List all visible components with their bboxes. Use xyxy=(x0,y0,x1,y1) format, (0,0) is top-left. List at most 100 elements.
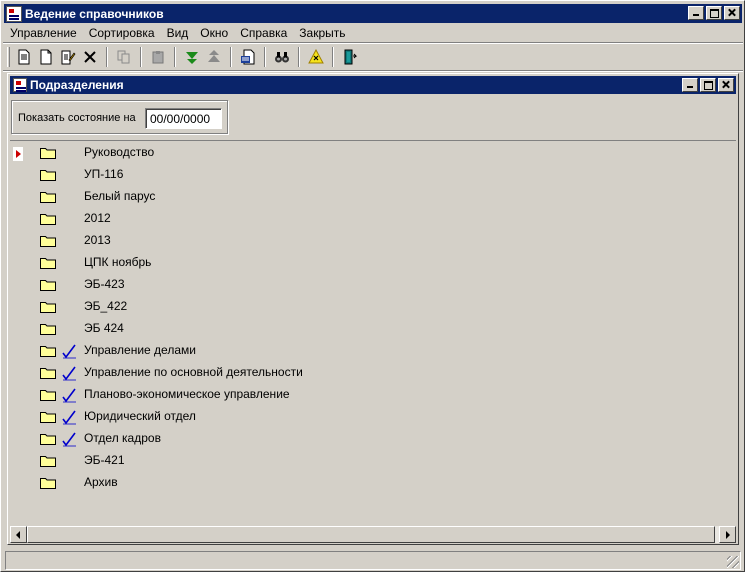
status-bar xyxy=(5,551,741,570)
warning-button[interactable] xyxy=(305,46,327,68)
horizontal-scrollbar[interactable] xyxy=(10,526,736,543)
move-down-button[interactable] xyxy=(181,46,203,68)
tree-item[interactable]: Планово-экономическое управление xyxy=(10,384,724,406)
new-document-button[interactable] xyxy=(35,46,57,68)
export-button[interactable] xyxy=(237,46,259,68)
close-button[interactable] xyxy=(724,6,740,20)
tree-item[interactable]: ЭБ_422 xyxy=(10,296,724,318)
new-record-icon xyxy=(18,49,30,65)
scroll-left-button[interactable] xyxy=(10,526,27,543)
tree-item-label: 2012 xyxy=(84,211,111,225)
checkmark-icon xyxy=(60,364,78,382)
tree-item[interactable]: Управление делами xyxy=(10,340,724,362)
app-icon xyxy=(6,5,22,22)
tree-item[interactable]: УП-116 xyxy=(10,164,724,186)
child-close-button[interactable] xyxy=(718,78,734,92)
child-window-title: Подразделения xyxy=(30,78,124,92)
folder-icon xyxy=(40,477,56,489)
tree-item[interactable]: 2012 xyxy=(10,208,724,230)
folder-icon xyxy=(40,235,56,247)
toolbar-grip[interactable] xyxy=(7,47,10,67)
toolbar-separator xyxy=(264,47,266,67)
tree-item-label: УП-116 xyxy=(84,167,124,181)
app-titlebar[interactable]: Ведение справочников xyxy=(4,4,742,23)
tree-item-label: Руководство xyxy=(84,145,155,159)
tree-item[interactable]: Отдел кадров xyxy=(10,428,724,450)
folder-icon xyxy=(40,147,56,159)
date-filter-input[interactable] xyxy=(145,108,222,129)
tree-item-label: Планово-экономическое управление xyxy=(84,387,290,401)
paste-button[interactable] xyxy=(147,46,169,68)
toolbar-separator xyxy=(106,47,108,67)
tree-item[interactable]: 2013 xyxy=(10,230,724,252)
folder-icon xyxy=(40,257,56,269)
checkmark-icon xyxy=(60,386,78,404)
folder-icon xyxy=(40,345,56,357)
edit-button[interactable] xyxy=(57,46,79,68)
child-window: Подразделения Показать состояние на Руко… xyxy=(7,73,739,545)
tree-item-label: Архив xyxy=(84,475,118,489)
current-row-marker-icon xyxy=(13,147,23,161)
tree-item-label: Отдел кадров xyxy=(84,431,161,445)
maximize-button[interactable] xyxy=(706,6,722,20)
folder-icon xyxy=(40,433,56,445)
delete-button[interactable] xyxy=(79,46,101,68)
tree-item[interactable]: ЦПК ноябрь xyxy=(10,252,724,274)
child-titlebar[interactable]: Подразделения xyxy=(10,76,736,94)
tree-item-label: ЭБ-421 xyxy=(84,453,125,467)
tree-item[interactable]: Юридический отдел xyxy=(10,406,724,428)
tree-item[interactable]: Управление по основной деятельности xyxy=(10,362,724,384)
export-icon xyxy=(241,49,255,65)
toolbar-separator xyxy=(230,47,232,67)
menu-okno[interactable]: Окно xyxy=(194,24,234,42)
tree-item-label: ЦПК ноябрь xyxy=(84,255,152,269)
tree-item[interactable]: ЭБ 424 xyxy=(10,318,724,340)
new-record-button[interactable] xyxy=(13,46,35,68)
folder-icon xyxy=(40,455,56,467)
move-down-icon xyxy=(186,52,198,64)
toolbar-divider xyxy=(3,70,743,72)
tree-item-label: ЭБ-423 xyxy=(84,277,125,291)
minimize-button[interactable] xyxy=(688,6,704,20)
folder-icon xyxy=(40,301,56,313)
tree-item-label: ЭБ 424 xyxy=(84,321,124,335)
main-window: Ведение справочников Управление Сортиров… xyxy=(0,0,745,572)
exit-button[interactable] xyxy=(339,46,361,68)
scroll-thumb[interactable] xyxy=(27,526,715,543)
menu-spravka[interactable]: Справка xyxy=(234,24,293,42)
toolbar-separator xyxy=(140,47,142,67)
checkmark-icon xyxy=(60,430,78,448)
tree-item-label: Управление делами xyxy=(84,343,196,357)
toolbar-separator xyxy=(332,47,334,67)
find-button[interactable] xyxy=(271,46,293,68)
child-maximize-button[interactable] xyxy=(700,78,716,92)
tree-item[interactable]: Руководство xyxy=(10,142,724,164)
app-title: Ведение справочников xyxy=(25,6,164,21)
child-minimize-button[interactable] xyxy=(682,78,698,92)
menu-zakryt[interactable]: Закрыть xyxy=(293,24,351,42)
tree-item[interactable]: Архив xyxy=(10,472,724,494)
tree-item[interactable]: Белый парус xyxy=(10,186,724,208)
toolbar-separator xyxy=(174,47,176,67)
menu-sortirovka[interactable]: Сортировка xyxy=(83,24,161,42)
folder-icon xyxy=(40,389,56,401)
menu-vid[interactable]: Вид xyxy=(161,24,195,42)
checkmark-icon xyxy=(60,408,78,426)
tree-item[interactable]: ЭБ-423 xyxy=(10,274,724,296)
move-up-button[interactable] xyxy=(203,46,225,68)
tree-item-label: Белый парус xyxy=(84,189,156,203)
tree-item[interactable]: ЭБ-421 xyxy=(10,450,724,472)
folder-icon xyxy=(40,169,56,181)
folder-icon xyxy=(40,213,56,225)
new-document-icon xyxy=(40,49,52,65)
move-up-icon xyxy=(208,50,220,62)
folder-icon xyxy=(40,411,56,423)
scroll-right-button[interactable] xyxy=(719,526,736,543)
copy-button[interactable] xyxy=(113,46,135,68)
child-window-icon xyxy=(13,78,27,92)
delete-icon xyxy=(84,51,96,63)
menu-upravlenie[interactable]: Управление xyxy=(4,24,83,42)
resize-grip[interactable] xyxy=(727,556,739,568)
copy-icon xyxy=(117,50,130,64)
toolbar xyxy=(5,45,361,69)
